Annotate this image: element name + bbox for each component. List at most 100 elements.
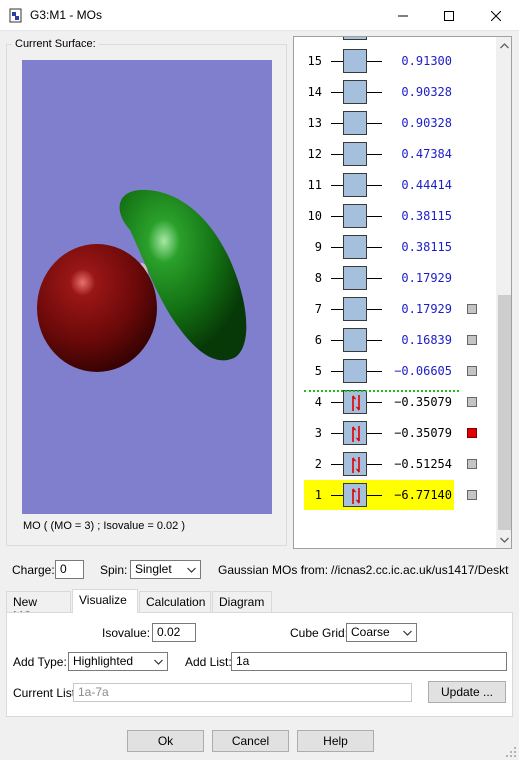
mo-checkbox[interactable] bbox=[467, 366, 477, 376]
scroll-thumb[interactable] bbox=[498, 295, 511, 530]
resize-grip-icon[interactable] bbox=[505, 746, 517, 758]
cube-grid-select[interactable]: Coarse bbox=[346, 623, 417, 642]
level-line bbox=[331, 123, 343, 124]
mo-row[interactable]: 9 0.38115 bbox=[294, 232, 494, 263]
level-line bbox=[367, 371, 382, 372]
help-button[interactable]: Help bbox=[297, 730, 374, 752]
orbital-box[interactable] bbox=[343, 80, 367, 104]
cube-grid-value: Coarse bbox=[351, 625, 390, 639]
source-path: //icnas2.cc.ic.ac.uk/us1417/Deskt bbox=[331, 563, 509, 577]
mo-number: 1 bbox=[314, 488, 322, 502]
spin-select[interactable]: Singlet bbox=[130, 560, 201, 579]
level-line bbox=[367, 247, 382, 248]
mo-checkbox[interactable] bbox=[467, 397, 477, 407]
level-line bbox=[367, 495, 382, 496]
mo-energy: −0.35079 bbox=[394, 426, 452, 440]
mo-list-scrollbar[interactable] bbox=[496, 37, 511, 548]
orbital-box[interactable] bbox=[343, 49, 367, 73]
orbital-3d-viewport[interactable] bbox=[22, 60, 272, 514]
mo-row[interactable]: 12 0.47384 bbox=[294, 139, 494, 170]
mo-checkbox[interactable] bbox=[467, 490, 477, 500]
level-line bbox=[367, 433, 382, 434]
mo-row[interactable]: 8 0.17929 bbox=[294, 263, 494, 294]
tab-calculation[interactable]: Calculation bbox=[139, 591, 211, 612]
ok-button[interactable]: Ok bbox=[127, 730, 204, 752]
orbital-box[interactable] bbox=[343, 142, 367, 166]
orbital-box[interactable] bbox=[343, 173, 367, 197]
surface-caption: MO ( (MO = 3) ; Isovalue = 0.02 ) bbox=[23, 520, 185, 532]
mo-energy: 0.91300 bbox=[401, 54, 452, 68]
scroll-down-icon[interactable] bbox=[496, 531, 511, 548]
close-button[interactable] bbox=[473, 0, 519, 31]
level-line bbox=[331, 433, 343, 434]
orbital-box[interactable] bbox=[343, 111, 367, 135]
mo-number: 7 bbox=[314, 302, 322, 316]
orbital-box[interactable] bbox=[343, 235, 367, 259]
isovalue-label: Isovalue: bbox=[102, 626, 151, 640]
mo-energy: 0.17929 bbox=[401, 271, 452, 285]
orbital-box[interactable] bbox=[343, 297, 367, 321]
mo-row[interactable]: 1 −6.77140 bbox=[294, 480, 494, 511]
tab-visualize[interactable]: Visualize bbox=[72, 589, 138, 613]
orbital-box[interactable] bbox=[343, 483, 367, 507]
orbital-box[interactable] bbox=[343, 421, 367, 445]
mo-checkbox[interactable] bbox=[467, 459, 477, 469]
level-line bbox=[331, 371, 343, 372]
orbital-box bbox=[343, 37, 367, 40]
source-label: Gaussian MOs from: bbox=[218, 563, 329, 577]
mo-row[interactable]: 13 0.90328 bbox=[294, 108, 494, 139]
tab-new-mos[interactable]: New MOs bbox=[6, 591, 71, 623]
chevron-down-icon bbox=[183, 561, 200, 578]
orbital-box[interactable] bbox=[343, 390, 367, 414]
mo-list-panel[interactable]: 15 0.91300 14 0.90328 13 0.90328 12 0.47384 11 0.… bbox=[293, 36, 512, 549]
mo-row[interactable]: 11 0.44414 bbox=[294, 170, 494, 201]
window-title: G3:M1 - MOs bbox=[30, 8, 103, 22]
electron-pair-icon bbox=[352, 457, 360, 473]
orbital-box[interactable] bbox=[343, 204, 367, 228]
chevron-down-icon bbox=[399, 624, 416, 641]
title-bar: G3:M1 - MOs bbox=[0, 0, 519, 31]
level-line bbox=[367, 92, 382, 93]
charge-input[interactable]: 0 bbox=[55, 560, 84, 579]
orbital-box[interactable] bbox=[343, 359, 367, 383]
chevron-down-icon bbox=[150, 653, 167, 670]
add-list-input[interactable]: 1a bbox=[231, 652, 507, 671]
isovalue-input[interactable]: 0.02 bbox=[152, 623, 196, 642]
electron-pair-icon bbox=[352, 426, 360, 442]
mo-energy: 0.16839 bbox=[401, 333, 452, 347]
mo-checkbox[interactable] bbox=[467, 304, 477, 314]
mo-row[interactable]: 14 0.90328 bbox=[294, 77, 494, 108]
orbital-box[interactable] bbox=[343, 328, 367, 352]
update-button[interactable]: Update ... bbox=[428, 681, 506, 703]
mo-row[interactable]: 10 0.38115 bbox=[294, 201, 494, 232]
mo-number: 2 bbox=[314, 457, 322, 471]
current-list-input: 1a-7a bbox=[73, 683, 412, 702]
mo-number: 15 bbox=[307, 54, 322, 68]
mo-row[interactable]: 2 −0.51254 bbox=[294, 449, 494, 480]
maximize-button[interactable] bbox=[426, 0, 472, 31]
add-type-select[interactable]: Highlighted bbox=[68, 652, 168, 671]
mo-energy: 0.44414 bbox=[401, 178, 452, 192]
scroll-up-icon[interactable] bbox=[496, 37, 511, 54]
mo-checkbox[interactable] bbox=[467, 335, 477, 345]
add-type-label: Add Type: bbox=[13, 655, 67, 669]
mo-row[interactable]: 3 −0.35079 bbox=[294, 418, 494, 449]
mo-energy: 0.90328 bbox=[401, 85, 452, 99]
mo-row[interactable]: 7 0.17929 bbox=[294, 294, 494, 325]
minimize-button[interactable] bbox=[380, 0, 426, 31]
charge-label: Charge: bbox=[12, 563, 55, 577]
mo-row[interactable]: 5 −0.06605 bbox=[294, 356, 494, 387]
tab-diagram[interactable]: Diagram bbox=[212, 591, 272, 612]
mo-number: 10 bbox=[307, 209, 322, 223]
level-line bbox=[331, 309, 343, 310]
current-list-label: Current List: bbox=[13, 686, 79, 700]
cancel-button[interactable]: Cancel bbox=[212, 730, 289, 752]
mo-checkbox[interactable] bbox=[467, 428, 477, 438]
app-icon bbox=[9, 8, 23, 23]
mo-energy: −0.51254 bbox=[394, 457, 452, 471]
orbital-box[interactable] bbox=[343, 266, 367, 290]
mo-row[interactable]: 6 0.16839 bbox=[294, 325, 494, 356]
orbital-box[interactable] bbox=[343, 452, 367, 476]
mo-row[interactable]: 15 0.91300 bbox=[294, 46, 494, 77]
electron-pair-icon bbox=[352, 488, 360, 504]
